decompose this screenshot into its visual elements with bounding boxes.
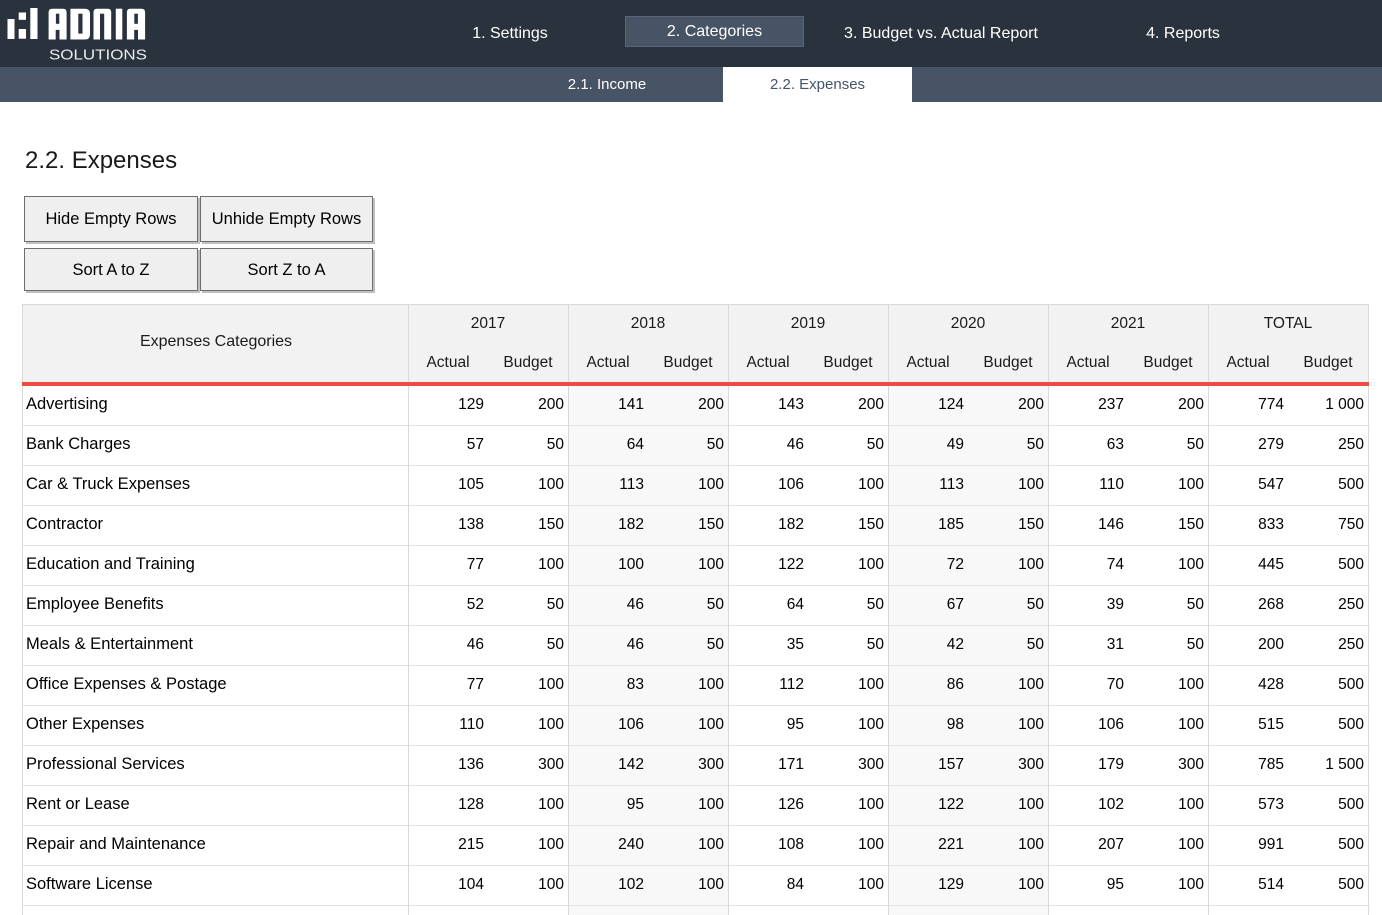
svg-text:SOLUTIONS: SOLUTIONS <box>49 48 147 64</box>
